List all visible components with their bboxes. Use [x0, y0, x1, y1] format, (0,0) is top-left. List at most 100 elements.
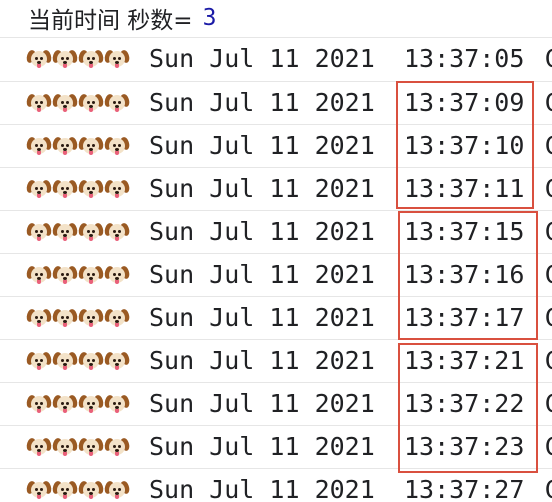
log-overflow-text: G [545, 259, 552, 291]
log-time: 13:37:27 [404, 475, 525, 502]
log-overflow-text: G [545, 216, 552, 248]
log-date: Sun Jul 11 2021 [149, 346, 375, 375]
console-log-row: Sun Jul 11 2021 13:37:10 G [0, 124, 552, 167]
dog-face-icon [25, 436, 53, 458]
log-time: 13:37:21 [404, 346, 525, 375]
log-time: 13:37:10 [404, 131, 525, 160]
console-log-row: Sun Jul 11 2021 13:37:21 G [0, 339, 552, 382]
dog-emoji-group [25, 307, 131, 329]
dog-face-icon [51, 350, 79, 372]
dog-face-icon [103, 92, 131, 114]
log-overflow-text: G [545, 474, 552, 502]
dog-face-icon [25, 479, 53, 501]
log-date: Sun Jul 11 2021 [149, 44, 375, 73]
dog-face-icon [77, 135, 105, 157]
dog-face-icon [103, 479, 131, 501]
dog-face-icon [51, 436, 79, 458]
log-time: 13:37:22 [404, 389, 525, 418]
console-log-row: Sun Jul 11 2021 13:37:27 G [0, 468, 552, 502]
log-date: Sun Jul 11 2021 [149, 88, 375, 117]
console-log-row: Sun Jul 11 2021 13:37:23 G [0, 425, 552, 468]
dog-emoji-group [25, 393, 131, 415]
dog-face-icon [103, 436, 131, 458]
dog-emoji-group [25, 264, 131, 286]
dog-emoji-group [25, 135, 131, 157]
dog-face-icon [51, 135, 79, 157]
dog-face-icon [77, 393, 105, 415]
console-log-row: Sun Jul 11 2021 13:37:09 G [0, 81, 552, 124]
log-time: 13:37:09 [404, 88, 525, 117]
log-overflow-text: G [545, 173, 552, 205]
dog-emoji-group [25, 178, 131, 200]
dog-face-icon [51, 48, 79, 70]
dog-emoji-group [25, 479, 131, 501]
dog-face-icon [51, 307, 79, 329]
dog-face-icon [103, 48, 131, 70]
dog-emoji-group [25, 350, 131, 372]
dog-face-icon [51, 393, 79, 415]
log-overflow-text: G [545, 431, 552, 463]
dog-emoji-group [25, 436, 131, 458]
log-time: 13:37:16 [404, 260, 525, 289]
dog-face-icon [25, 221, 53, 243]
log-overflow-text: G [545, 388, 552, 420]
log-overflow-text: G [545, 302, 552, 334]
dog-face-icon [51, 92, 79, 114]
dog-face-icon [103, 221, 131, 243]
console-log-row: Sun Jul 11 2021 13:37:11 G [0, 167, 552, 210]
log-date: Sun Jul 11 2021 [149, 303, 375, 332]
dog-face-icon [77, 350, 105, 372]
dog-face-icon [51, 178, 79, 200]
dog-face-icon [77, 178, 105, 200]
dog-face-icon [25, 178, 53, 200]
dog-face-icon [103, 307, 131, 329]
log-overflow-text: G [545, 43, 552, 75]
dog-face-icon [77, 221, 105, 243]
dog-face-icon [25, 350, 53, 372]
dog-emoji-group [25, 48, 131, 70]
dog-face-icon [77, 264, 105, 286]
console-output: 当前时间 秒数= 3 Sun Jul 11 202113:37:05GSun J… [0, 0, 552, 502]
log-date: Sun Jul 11 2021 [149, 174, 375, 203]
dog-face-icon [103, 264, 131, 286]
console-log-row: Sun Jul 11 2021 13:37:16 G [0, 253, 552, 296]
log-date: Sun Jul 11 2021 [149, 260, 375, 289]
log-date: Sun Jul 11 2021 [149, 432, 375, 461]
dog-face-icon [51, 221, 79, 243]
log-time: 13:37:05 [404, 44, 525, 73]
log-time: 13:37:15 [404, 217, 525, 246]
dog-emoji-group [25, 221, 131, 243]
dog-face-icon [51, 264, 79, 286]
log-date: Sun Jul 11 2021 [149, 389, 375, 418]
dog-face-icon [25, 264, 53, 286]
dog-face-icon [103, 135, 131, 157]
console-log-row: Sun Jul 11 2021 13:37:05 G [0, 37, 552, 80]
dog-face-icon [25, 307, 53, 329]
log-date: Sun Jul 11 2021 [149, 131, 375, 160]
dog-face-icon [103, 350, 131, 372]
log-overflow-text: G [545, 345, 552, 377]
log-time: 13:37:17 [404, 303, 525, 332]
dog-face-icon [25, 393, 53, 415]
dog-face-icon [77, 48, 105, 70]
log-overflow-text: G [545, 130, 552, 162]
dog-face-icon [77, 436, 105, 458]
dog-face-icon [51, 479, 79, 501]
dog-face-icon [77, 92, 105, 114]
dog-face-icon [103, 178, 131, 200]
log-date: Sun Jul 11 2021 [149, 475, 375, 502]
dog-face-icon [25, 92, 53, 114]
header-value: 3 [202, 5, 217, 31]
console-log-row: Sun Jul 11 2021 13:37:17 G [0, 296, 552, 339]
dog-face-icon [25, 48, 53, 70]
log-time: 13:37:11 [404, 174, 525, 203]
dog-face-icon [77, 479, 105, 501]
dog-face-icon [77, 307, 105, 329]
header-label: 当前时间 秒数= [28, 8, 193, 34]
dog-face-icon [25, 135, 53, 157]
log-overflow-text: G [545, 87, 552, 119]
console-header-line: 当前时间 秒数= 3 [0, 0, 552, 36]
log-date: Sun Jul 11 2021 [149, 217, 375, 246]
log-time: 13:37:23 [404, 432, 525, 461]
console-log-row: Sun Jul 11 2021 13:37:15 G [0, 210, 552, 253]
